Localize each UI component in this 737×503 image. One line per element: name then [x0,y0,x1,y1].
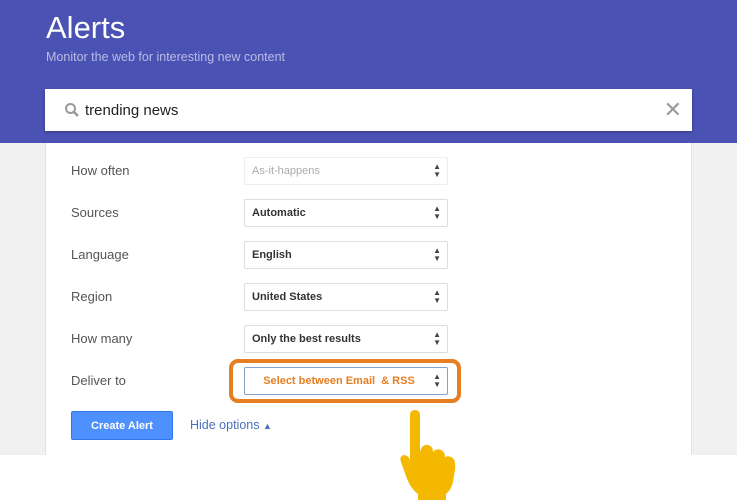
how-often-select: As-it-happens ▲ ▼ [244,157,448,185]
option-label: Language [71,247,129,262]
search-icon [65,103,79,117]
close-icon[interactable]: ✕ [664,97,682,123]
search-input[interactable]: trending news ✕ [45,89,692,131]
select-value: Automatic [252,207,306,219]
select-value: As-it-happens [252,165,320,177]
select-arrows-icon: ▲ ▼ [433,204,441,221]
hide-options-label: Hide options [190,418,260,432]
region-select[interactable]: United States ▲ ▼ [244,283,448,311]
select-arrows-icon: ▲ ▼ [433,246,441,263]
option-label: How many [71,331,133,346]
sources-select[interactable]: Automatic ▲ ▼ [244,199,448,227]
option-label: How often [71,163,130,178]
search-query[interactable]: trending news [85,102,178,119]
select-value: United States [252,291,323,303]
language-select[interactable]: English ▲ ▼ [244,241,448,269]
option-row-region: Region United States ▲ ▼ [71,283,451,311]
option-row-how-often: How often As-it-happens ▲ ▼ [71,157,451,185]
option-label: Deliver to [71,373,126,388]
select-value: English [252,249,292,261]
select-value: Only the best results [252,333,361,345]
option-row-sources: Sources Automatic ▲ ▼ [71,199,451,227]
page-title: Alerts [46,10,126,45]
option-row-how-many: How many Only the best results ▲ ▼ [71,325,451,353]
caret-up-icon: ▲ [262,421,272,431]
option-label: Sources [71,205,119,220]
highlight-box [229,359,461,403]
create-alert-button[interactable]: Create Alert [71,411,173,440]
option-label: Region [71,289,113,304]
select-arrows-icon: ▲ ▼ [433,288,441,305]
hide-options-link[interactable]: Hide options ▲ [190,418,272,432]
pointing-hand-icon [400,410,456,500]
select-arrows-icon: ▲ ▼ [433,330,441,347]
how-many-select[interactable]: Only the best results ▲ ▼ [244,325,448,353]
select-arrows-icon: ▲ ▼ [433,162,441,179]
page-subtitle: Monitor the web for interesting new cont… [46,50,286,64]
option-row-language: Language English ▲ ▼ [71,241,451,269]
header: Alerts Monitor the web for interesting n… [0,0,737,143]
